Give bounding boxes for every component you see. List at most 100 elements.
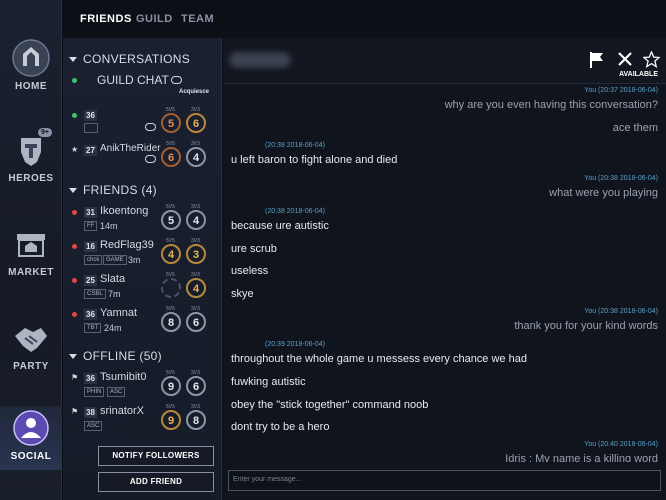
player-level: 36 bbox=[84, 309, 97, 320]
offline-row[interactable]: ⚑ 38 srinatorX ASC 5V5 3V3 9 8 bbox=[63, 404, 221, 434]
status-time: 3m bbox=[128, 255, 141, 265]
online-dot bbox=[72, 113, 77, 118]
message-text: obey the "stick together" command noob bbox=[231, 399, 429, 411]
online-dot bbox=[72, 78, 77, 83]
friend-row[interactable]: 31 Ikoentong FF 14m 5V5 3V3 5 4 bbox=[63, 204, 221, 234]
player-tag: PHIN bbox=[84, 387, 105, 397]
guild-chat-label: GUILD CHAT bbox=[97, 73, 169, 87]
rank-5v5: 5 bbox=[161, 113, 181, 133]
player-level: 38 bbox=[84, 407, 97, 418]
player-name: AnikTheRider bbox=[100, 143, 161, 154]
message-timestamp: (20:38 2018-06-04) bbox=[265, 142, 325, 149]
message-input[interactable]: Enter your message... bbox=[228, 470, 661, 491]
close-icon[interactable] bbox=[617, 51, 633, 67]
offline-header[interactable]: OFFLINE (50) bbox=[69, 349, 162, 363]
conversations-label: CONVERSATIONS bbox=[83, 52, 191, 66]
rank-3v3: 4 bbox=[186, 278, 206, 298]
status-dot bbox=[72, 278, 77, 283]
rank-5v5: 8 bbox=[161, 312, 181, 332]
player-tag: ASC bbox=[84, 421, 103, 431]
friend-row[interactable]: 25 Slata CSBL 7m 5V5 3V3 4 bbox=[63, 272, 221, 302]
notify-followers-button[interactable]: NOTIFY FOLLOWERS bbox=[98, 446, 214, 466]
nav-heroes[interactable]: 9+ HEROES bbox=[0, 128, 62, 184]
offline-row[interactable]: ⚑ 36 Tsumibit0 PHIN ASC 5V5 3V3 9 6 bbox=[63, 370, 221, 400]
rank-5v5: 4 bbox=[161, 244, 181, 264]
conversation-row[interactable]: 36 5V5 3V3 5 6 bbox=[63, 107, 221, 138]
player-name: Ikoentong bbox=[100, 205, 149, 217]
message-text: fuwking autistic bbox=[231, 376, 306, 388]
player-level: 25 bbox=[84, 275, 97, 286]
message-text: what were you playing bbox=[549, 187, 658, 199]
player-tag: CSBL bbox=[84, 289, 106, 299]
rank-5v5: 9 bbox=[161, 410, 181, 430]
message-timestamp: (20:38 2018-06-04) bbox=[265, 208, 325, 215]
player-name: RedFlag39 bbox=[100, 239, 154, 251]
tab-team[interactable]: TEAM bbox=[181, 13, 214, 25]
player-tag-secondary: GAME bbox=[103, 255, 127, 265]
message-list: You (20:37 2018-06-04) why are you even … bbox=[223, 84, 666, 462]
player-tag bbox=[84, 123, 98, 133]
guild-name: Acquiesce bbox=[179, 89, 210, 95]
message-text: skye bbox=[231, 288, 254, 300]
player-level: 16 bbox=[84, 241, 97, 252]
nav-market-label: MARKET bbox=[8, 267, 54, 278]
banner-flag-icon[interactable] bbox=[589, 51, 605, 69]
message-timestamp: You (20:38 2018-06-04) bbox=[584, 175, 658, 182]
add-friend-button[interactable]: ADD FRIEND bbox=[98, 472, 214, 492]
player-tag: chck bbox=[84, 255, 103, 265]
nav-home-label: HOME bbox=[15, 81, 47, 92]
rank-3v3: 8 bbox=[186, 410, 206, 430]
offline-count-label: OFFLINE (50) bbox=[83, 349, 162, 363]
message-text: u left baron to fight alone and died bbox=[231, 154, 398, 166]
message-text: throughout the whole game u messess ever… bbox=[231, 353, 527, 365]
status-dot bbox=[72, 312, 77, 317]
flag-icon: ⚑ bbox=[71, 373, 79, 382]
message-text: ure scrub bbox=[231, 243, 277, 255]
conversation-row[interactable]: ★ 27 AnikTheRider 5V5 3V3 6 4 bbox=[63, 141, 221, 172]
player-name: Tsumibit0 bbox=[100, 371, 147, 383]
nav-party[interactable]: PARTY bbox=[0, 318, 62, 372]
player-tag: FF bbox=[84, 221, 98, 231]
rank-3v3: 6 bbox=[186, 312, 206, 332]
redacted-contact-name bbox=[229, 52, 291, 68]
message-text: thank you for your kind words bbox=[514, 320, 658, 332]
message-timestamp: You (20:37 2018-06-04) bbox=[584, 87, 658, 94]
nav-market[interactable]: MARKET bbox=[0, 224, 62, 278]
nav-social[interactable]: SOCIAL bbox=[0, 406, 62, 470]
friends-count-label: FRIENDS (4) bbox=[83, 183, 157, 197]
guild-chat-row[interactable]: GUILD CHAT Acquiesce bbox=[63, 72, 221, 102]
chat-bubble-icon bbox=[145, 155, 156, 163]
friends-header[interactable]: FRIENDS (4) bbox=[69, 183, 157, 197]
caret-down-icon bbox=[69, 57, 77, 63]
friend-row[interactable]: 16 RedFlag39 chck GAME 3m 5V5 3V3 4 3 bbox=[63, 238, 221, 268]
player-level: 36 bbox=[84, 373, 97, 384]
message-text: why are you even having this conversatio… bbox=[444, 99, 658, 111]
message-text: dont try to be a hero bbox=[231, 421, 330, 433]
nav-heroes-label: HEROES bbox=[8, 173, 54, 184]
message-timestamp: You (20:38 2018-06-04) bbox=[584, 308, 658, 315]
tab-friends[interactable]: FRIENDS bbox=[80, 13, 132, 25]
rank-3v3: 4 bbox=[186, 210, 206, 230]
message-timestamp: (20:39 2018-06-04) bbox=[265, 341, 325, 348]
rank-3v3: 3 bbox=[186, 244, 206, 264]
flag-icon: ⚑ bbox=[71, 407, 79, 416]
tab-guild[interactable]: GUILD bbox=[136, 13, 173, 25]
friends-panel: CONVERSATIONS GUILD CHAT Acquiesce 36 5V… bbox=[63, 38, 222, 500]
rank-5v5: 6 bbox=[161, 147, 181, 167]
nav-home[interactable]: HOME bbox=[0, 38, 62, 92]
friend-row[interactable]: 36 Yamnat TBT 24m 5V5 3V3 8 6 bbox=[63, 306, 221, 336]
conversations-header[interactable]: CONVERSATIONS bbox=[69, 52, 190, 66]
status-time: 24m bbox=[104, 323, 122, 333]
caret-down-icon bbox=[69, 188, 77, 194]
star-icon: ★ bbox=[71, 145, 79, 154]
nav-social-label: SOCIAL bbox=[10, 451, 52, 462]
favorite-star-icon[interactable] bbox=[643, 51, 660, 68]
main-nav: HOME 9+ HEROES MARKET PARTY SOCIAL bbox=[0, 0, 62, 500]
player-level: 36 bbox=[84, 110, 97, 121]
status-time: 14m bbox=[100, 221, 118, 231]
player-name: Slata bbox=[100, 273, 126, 285]
message-text: because ure autistic bbox=[231, 220, 329, 232]
message-timestamp: You (20:40 2018-06-04) bbox=[584, 441, 658, 448]
caret-down-icon bbox=[69, 354, 77, 360]
player-tag-secondary: ASC bbox=[107, 387, 126, 397]
